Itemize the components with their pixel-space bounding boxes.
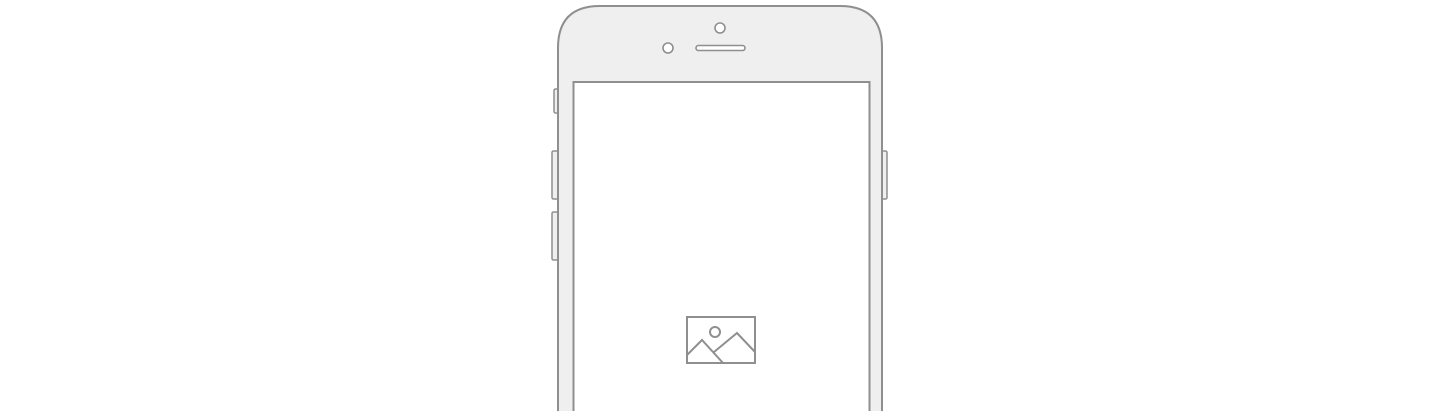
phone-mockup [551,5,888,411]
front-camera-icon [714,22,726,34]
speaker-grille-icon [695,44,746,52]
sensor-icon [662,42,674,54]
